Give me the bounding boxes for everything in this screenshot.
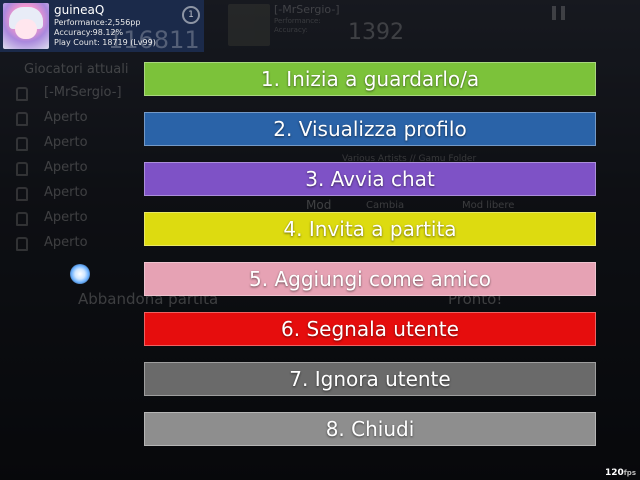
start-chat-button[interactable]: 3. Avvia chat bbox=[144, 162, 596, 196]
cursor-icon bbox=[70, 264, 90, 284]
multiplayer-lobby-screen: Giocatori attuali [-MrSergio-] Aperto Ap… bbox=[0, 0, 640, 480]
watch-button[interactable]: 1. Inizia a guardarlo/a bbox=[144, 62, 596, 96]
report-user-button[interactable]: 6. Segnala utente bbox=[144, 312, 596, 346]
view-profile-button[interactable]: 2. Visualizza profilo bbox=[144, 112, 596, 146]
close-button[interactable]: 8. Chiudi bbox=[144, 412, 596, 446]
user-score: 116811 bbox=[108, 26, 200, 54]
fps-unit: fps bbox=[623, 469, 636, 477]
fps-value: 120 bbox=[604, 468, 624, 478]
user-name: guineaQ bbox=[54, 3, 105, 17]
invite-to-match-button[interactable]: 4. Invita a partita bbox=[144, 212, 596, 246]
add-friend-button[interactable]: 5. Aggiungi come amico bbox=[144, 262, 596, 296]
ignore-user-button[interactable]: 7. Ignora utente bbox=[144, 362, 596, 396]
user-card[interactable]: guineaQ Performance:2,556pp Accuracy:98.… bbox=[0, 0, 204, 54]
rank-badge: 1 bbox=[182, 6, 200, 24]
avatar bbox=[3, 3, 49, 49]
fps-counter: 120fps bbox=[605, 468, 636, 478]
